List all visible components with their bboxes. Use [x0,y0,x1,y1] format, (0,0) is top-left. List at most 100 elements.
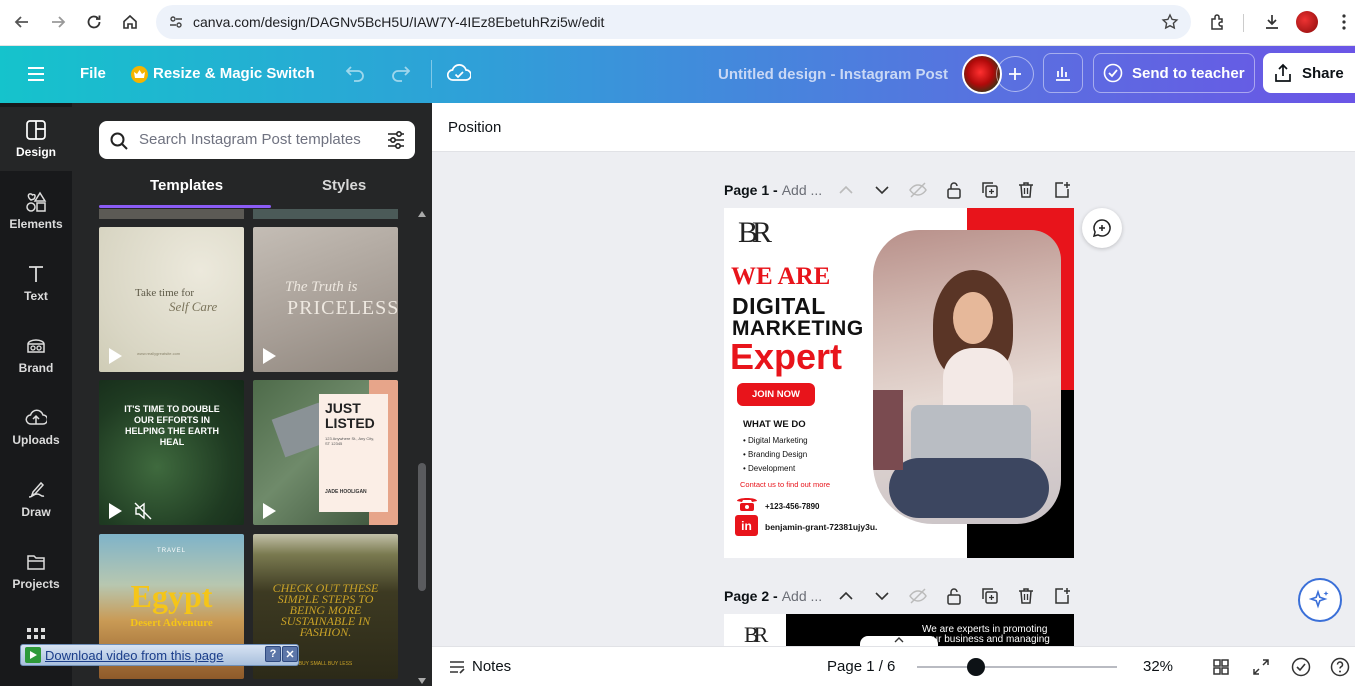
page-title-input[interactable]: Add ... [782,182,822,198]
add-page-icon[interactable] [1052,586,1072,606]
template-thumbnail-partial[interactable] [99,209,244,219]
redo-icon[interactable] [391,64,411,82]
lock-icon[interactable] [944,180,964,200]
zoom-level[interactable]: 32% [1143,658,1173,675]
side-rail: Design Elements Text Brand Uploads Draw … [0,103,80,686]
check-status-icon[interactable] [1291,657,1311,677]
template-text: 123 Anywhere St., Any City, ST 12345 [325,436,375,446]
hide-page-icon[interactable] [908,586,928,606]
template-thumbnail-partial[interactable] [253,209,398,219]
templates-panel: Search Instagram Post templates Template… [20,103,432,686]
chevron-up-icon[interactable] [836,180,856,200]
template-text: PRICELESS [287,297,398,319]
site-info-icon[interactable] [168,14,184,30]
delete-page-icon[interactable] [1016,180,1036,200]
cloud-saved-icon[interactable] [447,62,471,84]
design-title[interactable]: Untitled design - Instagram Post [718,66,948,83]
design-page-1[interactable]: BR WE ARE DIGITAL MARKETING Expert JOIN … [724,208,1074,558]
brand-logo: BR [744,622,768,646]
filter-icon[interactable] [386,130,406,150]
rail-text[interactable]: Text [0,251,72,315]
bar-chart-icon [1056,67,1070,81]
address-bar[interactable]: canva.com/design/DAGNv5BcH5U/IAW7Y-4IEz8… [156,5,1191,39]
rail-draw[interactable]: Draw [0,467,72,531]
rail-uploads[interactable]: Uploads [0,395,72,459]
rail-projects[interactable]: Projects [0,539,72,603]
jeans-shape [889,458,1049,518]
hide-page-icon[interactable] [908,180,928,200]
search-templates-input[interactable]: Search Instagram Post templates [99,121,415,159]
play-icon[interactable] [259,501,279,521]
insights-button[interactable] [1043,53,1083,93]
help-icon[interactable] [1330,657,1350,677]
scroll-down-arrow-icon[interactable] [418,678,426,684]
chevron-down-icon[interactable] [872,586,892,606]
chevron-down-icon[interactable] [872,180,892,200]
zoom-slider-track[interactable] [917,666,1117,668]
reload-icon[interactable] [80,8,108,36]
download-video-link[interactable]: Download video from this page [45,648,224,663]
add-page-icon[interactable] [1052,180,1072,200]
magic-assistant-button[interactable] [1298,578,1342,622]
template-thumbnail[interactable]: Take time for Self Care www.reallygreats… [99,227,244,372]
template-thumbnail[interactable]: The Truth is PRICELESS [253,227,398,372]
template-text: TRAVEL [157,548,186,554]
template-text: Self Care [169,299,218,314]
zoom-slider-thumb[interactable] [967,658,986,676]
browser-menu-icon[interactable] [1330,8,1355,36]
extensions-icon[interactable] [1204,8,1232,36]
back-icon[interactable] [8,8,36,36]
lock-icon[interactable] [944,586,964,606]
play-icon[interactable] [105,346,125,366]
listing-card: JUST LISTED 123 Anywhere St., Any City, … [319,394,388,512]
bookmark-star-icon[interactable] [1161,13,1179,31]
send-to-teacher-label: Send to teacher [1132,64,1245,82]
share-upload-icon [1275,63,1291,82]
share-button[interactable]: Share [1263,53,1355,93]
editor-header: File Resize & Magic Switch Untitled desi… [0,46,1355,103]
fullscreen-icon[interactable] [1252,658,1270,676]
notes-button[interactable]: Notes [472,658,511,675]
panel-scrollbar-thumb[interactable] [418,463,426,591]
tab-styles[interactable]: Styles [322,177,366,194]
delete-page-icon[interactable] [1016,586,1036,606]
chevron-up-icon[interactable] [836,586,856,606]
uploads-icon [25,409,47,425]
duplicate-page-icon[interactable] [980,180,1000,200]
logo-text: BR [738,216,772,249]
forward-icon[interactable] [44,8,72,36]
page-title-input[interactable]: Add ... [782,588,822,604]
position-button[interactable]: Position [448,119,501,136]
download-video-bar[interactable]: Download video from this page [20,644,299,666]
laptop-shape [911,405,1031,465]
tab-templates[interactable]: Templates [150,177,223,194]
rail-elements[interactable]: Elements [0,179,72,243]
add-comment-button[interactable] [1082,208,1122,248]
rail-design[interactable]: Design [0,107,72,171]
help-icon[interactable]: ? [265,646,281,662]
service-item: • Branding Design [743,450,808,459]
download-icon[interactable] [1258,8,1286,36]
play-icon[interactable] [259,346,279,366]
rail-brand[interactable]: Brand [0,323,72,387]
mute-icon[interactable] [133,501,153,521]
profile-avatar[interactable] [1296,11,1318,33]
digital-text: DIGITAL [732,293,826,319]
play-icon[interactable] [105,501,125,521]
file-menu[interactable]: File [80,65,106,82]
close-icon[interactable] [282,646,298,662]
duplicate-page-icon[interactable] [980,586,1000,606]
send-to-teacher-button[interactable]: Send to teacher [1093,53,1255,93]
undo-icon[interactable] [345,64,365,82]
resize-magic-switch-button[interactable]: Resize & Magic Switch [153,65,315,82]
template-thumbnail[interactable]: IT'S TIME TO DOUBLE OUR EFFORTS IN HELPI… [99,380,244,525]
template-thumbnail[interactable]: JUST LISTED 123 Anywhere St., Any City, … [253,380,398,525]
scroll-up-arrow-icon[interactable] [418,211,426,217]
page-indicator[interactable]: Page 1 / 6 [827,658,895,675]
grid-view-icon[interactable] [1212,658,1230,676]
home-icon[interactable] [116,8,144,36]
add-collaborator-button[interactable] [996,56,1034,92]
main-menu-icon[interactable] [26,66,46,82]
rail-label: Elements [9,217,63,231]
template-text: Take time for [135,287,195,299]
